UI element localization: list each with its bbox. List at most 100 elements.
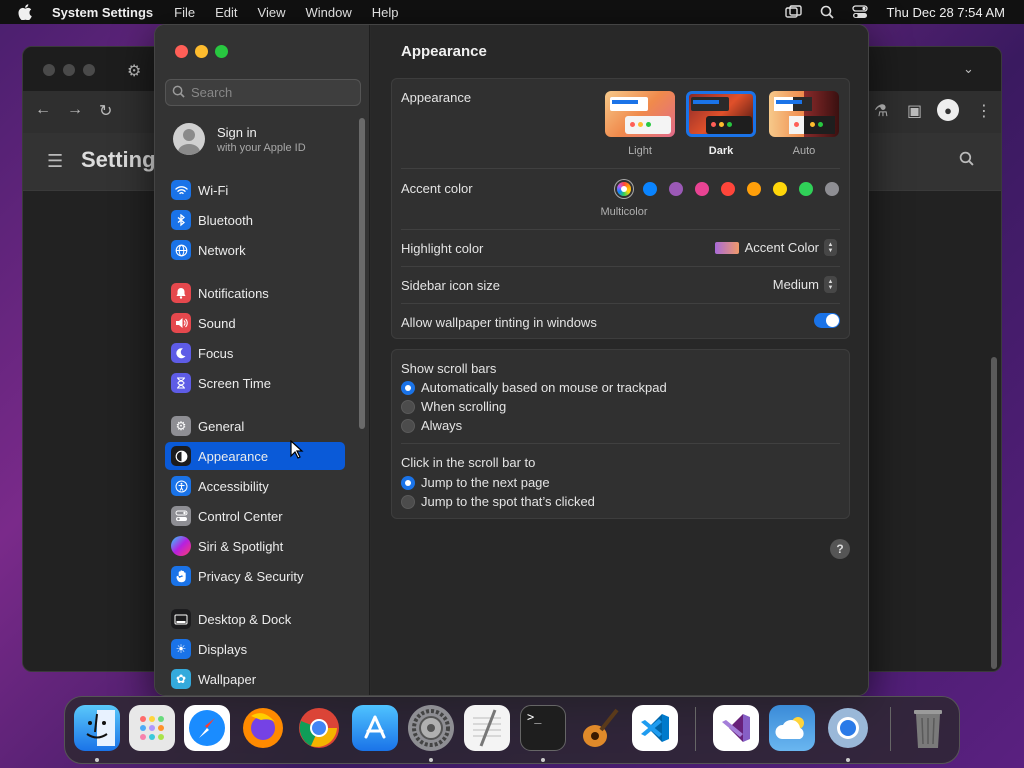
accent-color-swatch[interactable] — [643, 182, 657, 196]
hamburger-menu-icon[interactable]: ☰ — [47, 151, 63, 172]
appearance-settings-group: Appearance Light Dark Auto Accent color … — [391, 78, 850, 339]
sidebar-search-field[interactable] — [165, 79, 361, 106]
sidebar-item-label: Wi-Fi — [198, 182, 229, 198]
app-store-icon[interactable] — [352, 705, 398, 751]
trash-icon[interactable] — [905, 705, 951, 751]
menu-edit[interactable]: Edit — [215, 5, 237, 20]
sidebar-item-desktop-dock[interactable]: Desktop & Dock — [165, 605, 345, 633]
garageband-icon[interactable] — [576, 705, 622, 751]
sidebar-item-network[interactable]: Network — [165, 236, 345, 264]
sidebar-item-focus[interactable]: Focus — [165, 339, 345, 367]
visual-studio-icon[interactable] — [713, 705, 759, 751]
sidebar-item-control-center[interactable]: Control Center — [165, 502, 345, 530]
apple-id-signin[interactable]: Sign in with your Apple ID — [173, 123, 306, 155]
vscode-icon[interactable] — [632, 705, 678, 751]
sidebar-item-label: General — [198, 418, 245, 434]
highlight-color-value: Accent Color — [744, 240, 819, 255]
sidebar-item-bluetooth[interactable]: Bluetooth — [165, 206, 345, 234]
side-panel-icon[interactable]: ▣ — [907, 101, 922, 121]
accent-color-swatch[interactable] — [773, 182, 787, 196]
highlight-color-popup[interactable]: Accent Color ▲ ▼ — [714, 239, 837, 256]
accent-color-swatch[interactable] — [721, 182, 735, 196]
chrome-canary-icon[interactable] — [825, 705, 871, 751]
radio-label: Automatically based on mouse or trackpad — [421, 380, 667, 395]
dark-mode-thumbnail[interactable] — [686, 91, 756, 137]
menu-help[interactable]: Help — [372, 5, 399, 20]
sidebar-item-accessibility[interactable]: Accessibility — [165, 472, 345, 500]
accent-color-swatch[interactable] — [695, 182, 709, 196]
jump-to-spot-radio[interactable]: Jump to the spot that’s clicked — [401, 494, 595, 509]
auto-mode-thumbnail[interactable] — [769, 91, 839, 137]
safari-icon[interactable] — [184, 705, 230, 751]
more-menu-icon[interactable]: ⋮ — [976, 101, 992, 121]
scroll-bars-always-radio[interactable]: Always — [401, 418, 462, 433]
sidebar-item-sound[interactable]: Sound — [165, 309, 345, 337]
lab-flask-icon[interactable]: ⚗ — [874, 101, 888, 121]
moon-icon — [171, 343, 191, 363]
terminal-icon[interactable]: >_ — [520, 705, 566, 751]
popup-chevron-icon: ▲ ▼ — [824, 276, 837, 293]
sidebar-item-siri-spotlight[interactable]: Siri & Spotlight — [165, 532, 345, 560]
back-arrow-icon[interactable]: ← — [35, 101, 51, 119]
sidebar-item-wallpaper[interactable]: ✿ Wallpaper — [165, 665, 345, 693]
profile-avatar-icon[interactable]: ● — [937, 99, 959, 121]
menu-window[interactable]: Window — [305, 5, 351, 20]
close-window-button[interactable] — [175, 45, 188, 58]
sidebar-item-appearance[interactable]: Appearance — [165, 442, 345, 470]
search-input[interactable] — [191, 85, 351, 100]
radio-label: When scrolling — [421, 399, 507, 414]
app-name-menu[interactable]: System Settings — [52, 5, 153, 20]
bell-icon — [171, 283, 191, 303]
page-search-icon[interactable] — [959, 151, 974, 171]
textedit-icon[interactable] — [464, 705, 510, 751]
multicolor-label: Multicolor — [600, 206, 648, 218]
accent-color-swatch[interactable] — [669, 182, 683, 196]
sidebar-scrollbar[interactable] — [359, 118, 365, 429]
forward-arrow-icon[interactable]: → — [67, 101, 83, 119]
light-mode-thumbnail[interactable] — [605, 91, 675, 137]
accent-color-swatch[interactable] — [799, 182, 813, 196]
screen-mirroring-icon[interactable] — [785, 5, 803, 19]
control-center-menu-icon[interactable] — [852, 5, 869, 19]
finder-icon[interactable] — [74, 705, 120, 751]
minimize-window-button[interactable] — [195, 45, 208, 58]
divider — [401, 303, 840, 304]
sidebar-icon-size-popup[interactable]: Medium ▲ ▼ — [773, 276, 837, 293]
help-button[interactable]: ? — [830, 539, 850, 559]
signin-title: Sign in — [217, 124, 257, 140]
accent-color-swatch[interactable] — [747, 182, 761, 196]
scroll-bars-when-scrolling-radio[interactable]: When scrolling — [401, 399, 506, 414]
menubar-clock[interactable]: Thu Dec 28 7:54 AM — [886, 5, 1005, 20]
user-avatar-icon — [173, 123, 205, 155]
browser-scrollbar[interactable] — [991, 357, 997, 669]
jump-next-page-radio[interactable]: Jump to the next page — [401, 475, 550, 490]
accent-color-swatch[interactable] — [825, 182, 839, 196]
spotlight-search-icon[interactable] — [820, 5, 835, 19]
menu-view[interactable]: View — [258, 5, 286, 20]
firefox-icon[interactable] — [240, 705, 286, 751]
mouse-cursor-icon — [290, 439, 304, 465]
wallpaper-tinting-toggle[interactable] — [814, 313, 840, 328]
sidebar-item-privacy-security[interactable]: Privacy & Security — [165, 562, 345, 590]
sidebar-item-notifications[interactable]: Notifications — [165, 279, 345, 307]
tab-list-chevron-icon[interactable]: ⌄ — [963, 61, 974, 77]
menu-file[interactable]: File — [174, 5, 195, 20]
appearance-pane: Appearance Appearance Light Dark Auto Ac… — [371, 25, 868, 695]
sun-icon: ☀ — [171, 639, 191, 659]
running-indicator — [95, 758, 99, 762]
weather-icon[interactable] — [769, 705, 815, 751]
apple-menu-icon[interactable] — [18, 4, 36, 20]
accent-multicolor-swatch[interactable] — [617, 182, 631, 196]
scroll-bar-settings-group: Show scroll bars Automatically based on … — [391, 349, 850, 519]
sidebar-item-label: Desktop & Dock — [198, 611, 292, 627]
launchpad-icon[interactable] — [129, 705, 175, 751]
sidebar-item-general[interactable]: ⚙ General — [165, 412, 345, 440]
chrome-icon[interactable] — [296, 705, 342, 751]
zoom-window-button[interactable] — [215, 45, 228, 58]
reload-icon[interactable]: ↻ — [99, 101, 112, 121]
sidebar-item-wifi[interactable]: Wi-Fi — [165, 176, 345, 204]
sidebar-item-displays[interactable]: ☀ Displays — [165, 635, 345, 663]
system-settings-dock-icon[interactable] — [408, 705, 454, 751]
scroll-bars-auto-radio[interactable]: Automatically based on mouse or trackpad — [401, 380, 667, 395]
sidebar-item-screen-time[interactable]: Screen Time — [165, 369, 345, 397]
